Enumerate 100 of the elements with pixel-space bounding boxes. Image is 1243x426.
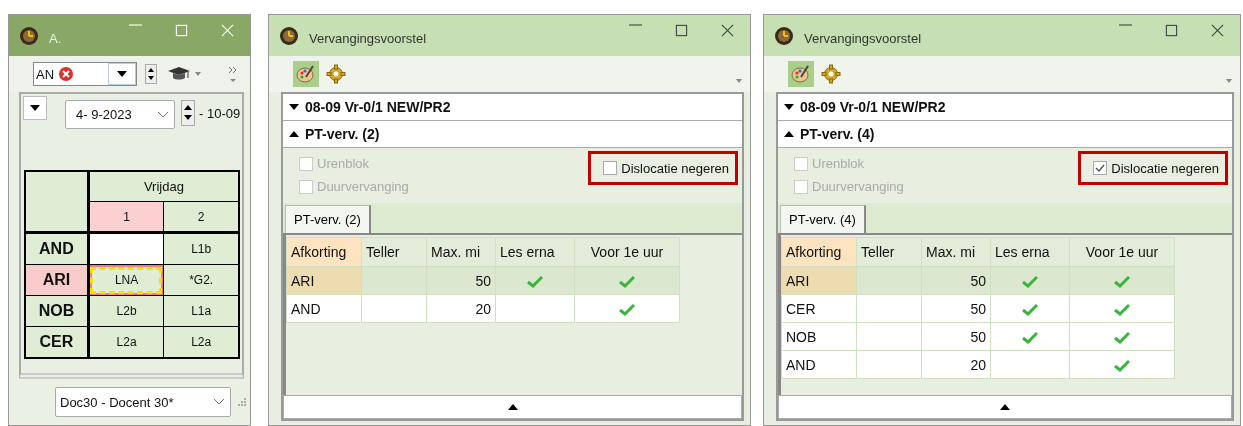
table-cell[interactable]: AND [286, 294, 362, 323]
teacher-cell[interactable]: ARI [25, 264, 89, 296]
lesson-cell[interactable]: L1a [163, 295, 239, 327]
chevron-down-icon [158, 111, 168, 118]
date-field[interactable]: 4- 9-2023 [65, 100, 175, 129]
lesson-cell[interactable]: L2a [163, 326, 239, 358]
table-cell[interactable]: 50 [426, 266, 496, 295]
caret-icon [30, 105, 40, 111]
table-cell[interactable]: 20 [921, 350, 991, 379]
table-cell[interactable]: AND [781, 350, 857, 379]
section-header[interactable]: PT-verv. (4) [778, 121, 1232, 148]
expand-bar[interactable] [283, 395, 742, 419]
minimize-icon [128, 24, 142, 26]
column-header[interactable]: Les erna [990, 237, 1070, 267]
column-header[interactable]: Voor 1e uur [574, 237, 680, 267]
lesson-cell[interactable]: L2b [88, 295, 164, 327]
caret-icon[interactable] [736, 79, 742, 83]
section-title: PT-verv. (2) [305, 126, 380, 142]
teacher-cell[interactable]: NOB [25, 295, 89, 327]
settings-icon [821, 64, 841, 84]
lesson-cell[interactable] [88, 232, 164, 265]
maximize-icon [674, 23, 688, 37]
lesson-header[interactable]: 08-09 Vr-0/1 NEW/PR2 [283, 94, 742, 121]
settings-icon [326, 64, 346, 84]
lesson-title: 08-09 Vr-0/1 NEW/PR2 [305, 99, 451, 115]
period-header[interactable]: 2 [163, 201, 239, 233]
teacher-cell[interactable]: AND [25, 232, 89, 265]
minimize-icon [1118, 24, 1132, 26]
column-header[interactable]: Les erna [495, 237, 575, 267]
overflow-icon[interactable] [227, 64, 239, 84]
minimize-icon [628, 24, 642, 26]
palette-button[interactable] [788, 61, 814, 87]
caret-up-icon [784, 131, 794, 137]
table-cell[interactable]: 20 [426, 294, 496, 323]
palette-button[interactable] [293, 61, 319, 87]
column-header[interactable]: Teller [361, 237, 427, 267]
lesson-cell[interactable]: *G2. [163, 264, 239, 296]
column-header[interactable]: Afkorting [781, 237, 857, 267]
caret-up-icon [507, 404, 518, 410]
expand-bar[interactable] [778, 395, 1232, 419]
clock-icon [279, 25, 299, 46]
checkmark-icon [1095, 163, 1106, 173]
maximize-icon [1164, 23, 1178, 37]
caret-down-icon [289, 104, 299, 110]
table-cell[interactable]: NOB [781, 322, 857, 351]
lesson-header[interactable]: 08-09 Vr-0/1 NEW/PR2 [778, 94, 1232, 121]
graduation-cap-icon[interactable] [167, 66, 191, 82]
section-title: PT-verv. (4) [800, 126, 875, 142]
chevron-down-icon [214, 399, 224, 405]
table-cell[interactable]: 50 [921, 322, 991, 351]
clock-icon [19, 25, 39, 46]
caret-icon[interactable] [195, 72, 201, 76]
column-header[interactable]: Max. mi [426, 237, 496, 267]
section-header[interactable]: PT-verv. (2) [283, 121, 742, 148]
lesson-cell[interactable]: L1b [163, 232, 239, 265]
settings-button[interactable] [323, 61, 349, 87]
close-icon [220, 23, 234, 37]
table-cell[interactable]: 50 [921, 294, 991, 323]
maximize-icon [174, 23, 188, 37]
table-cell[interactable]: ARI [286, 266, 362, 295]
date-range-end: - 10-09 [199, 106, 241, 121]
column-header[interactable]: Afkorting [286, 237, 362, 267]
caret-up-icon [289, 131, 299, 137]
tab[interactable]: PT-verv. (2) [285, 205, 371, 233]
column-header[interactable]: Max. mi [921, 237, 991, 267]
day-header: Vrijdag [88, 171, 239, 202]
settings-button[interactable] [818, 61, 844, 87]
table-cell[interactable]: 50 [921, 266, 991, 295]
table-cell[interactable]: CER [781, 294, 857, 323]
close-icon [1210, 23, 1224, 37]
column-header[interactable]: Teller [856, 237, 922, 267]
tab[interactable]: PT-verv. (4) [780, 205, 866, 233]
clear-icon[interactable] [58, 66, 75, 82]
dropdown-button[interactable] [23, 96, 47, 120]
filter-field[interactable]: AN [33, 62, 137, 86]
palette-icon [296, 64, 316, 84]
lesson-cell[interactable]: L2a [88, 326, 164, 358]
spinner-icon[interactable] [181, 100, 195, 126]
dropdown-button[interactable] [108, 63, 136, 85]
teacher-dropdown[interactable]: Doc30 - Docent 30* [55, 387, 231, 417]
clock-icon [774, 25, 794, 46]
window-title: Vervangingsvoorstel [804, 30, 922, 46]
dislocation-checkbox[interactable]: Dislocatie negeren [1093, 160, 1219, 176]
teacher-cell[interactable]: CER [25, 326, 89, 358]
window-title: Vervangingsvoorstel [309, 30, 427, 46]
table-cell[interactable]: ARI [781, 266, 857, 295]
dislocation-checkbox[interactable]: Dislocatie negeren [603, 160, 729, 176]
window-title: A. [49, 30, 62, 46]
filter-value: AN [36, 66, 55, 82]
lesson-cell[interactable]: LNA [88, 264, 164, 296]
resize-grip-icon[interactable] [237, 397, 247, 407]
lesson-title: 08-09 Vr-0/1 NEW/PR2 [800, 99, 946, 115]
column-header[interactable]: Voor 1e uur [1069, 237, 1175, 267]
caret-up-icon [1000, 404, 1010, 410]
caret-icon [117, 71, 127, 77]
palette-icon [791, 64, 811, 84]
caret-icon[interactable] [1226, 79, 1232, 83]
close-icon [720, 23, 734, 37]
period-header[interactable]: 1 [88, 201, 164, 233]
spinner-icon[interactable] [145, 64, 157, 84]
